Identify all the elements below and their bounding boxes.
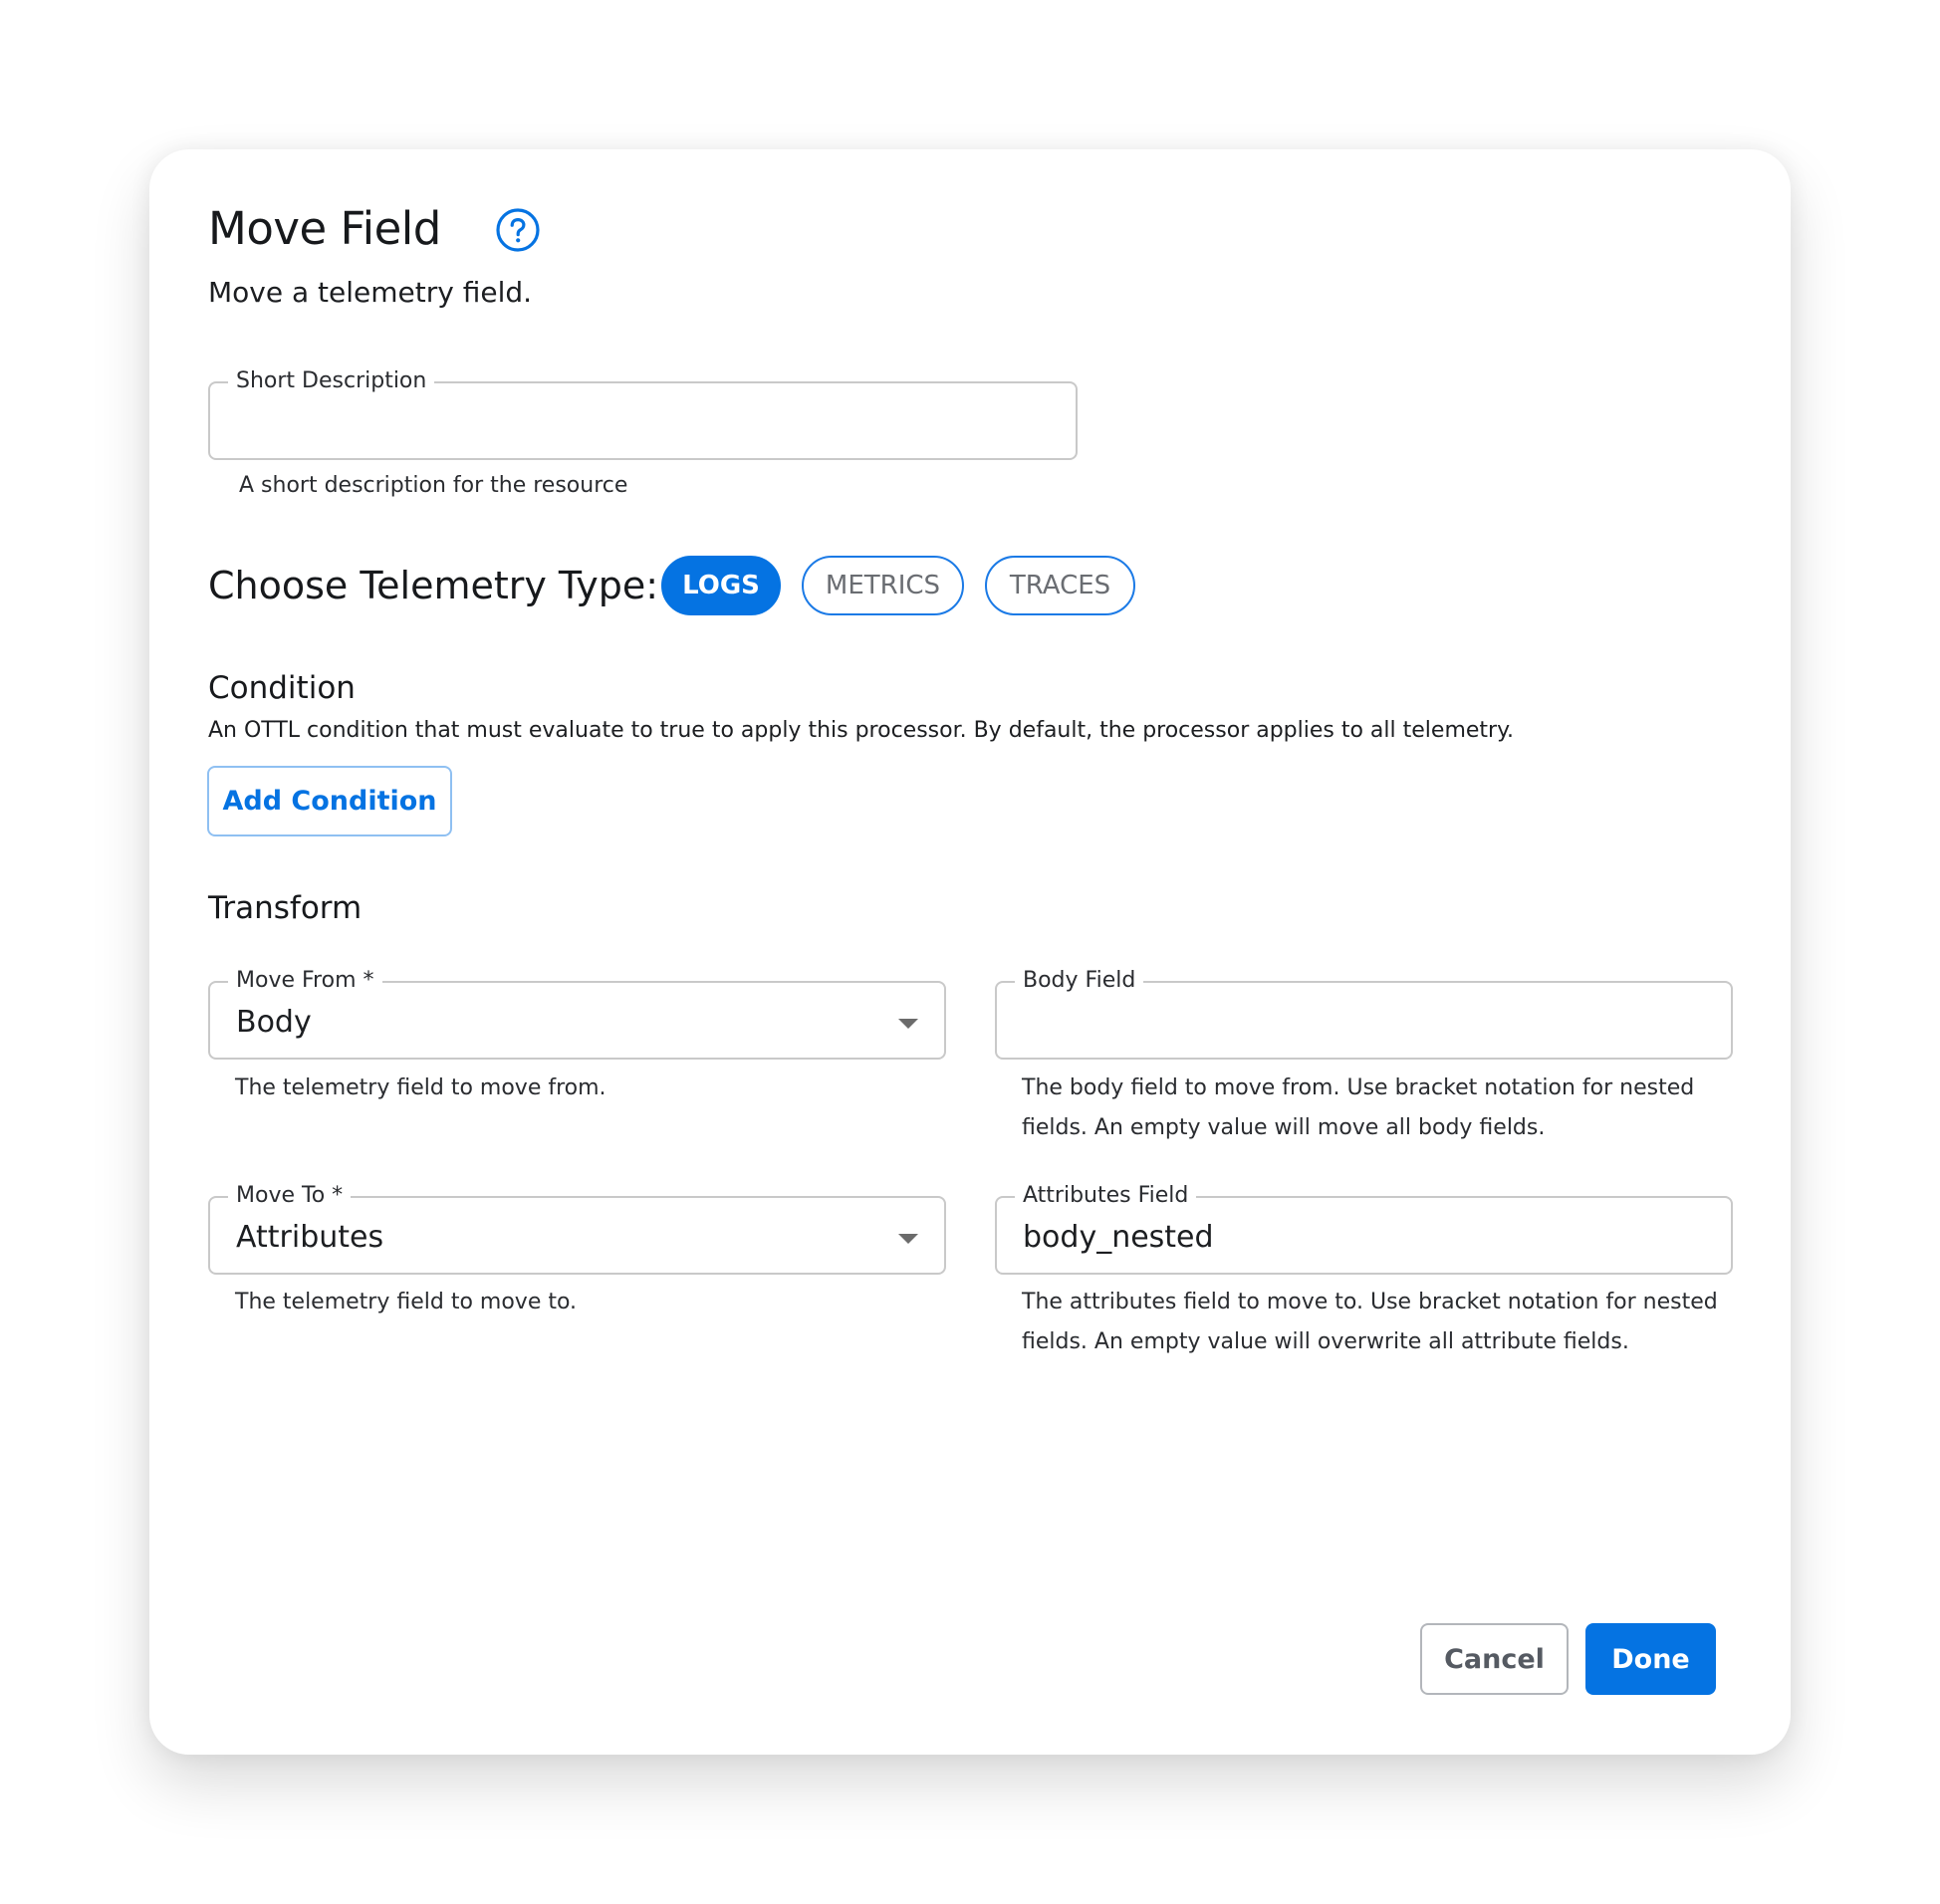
dialog-subtitle: Move a telemetry field.: [208, 276, 533, 309]
telemetry-chip-traces[interactable]: TRACES: [985, 556, 1135, 615]
move-field-dialog: Move Field Move a telemetry field. Short…: [149, 149, 1791, 1755]
attributes-field-value: body_nested: [1023, 1220, 1214, 1255]
condition-heading: Condition: [208, 670, 356, 706]
move-from-helper: The telemetry field to move from.: [235, 1075, 606, 1100]
attributes-field-helper-line1: The attributes field to move to. Use bra…: [1022, 1290, 1718, 1314]
dialog-title: Move Field: [208, 202, 441, 255]
body-field-input[interactable]: Body Field: [995, 968, 1733, 1060]
attributes-field-input[interactable]: Attributes Field body_nested: [995, 1183, 1733, 1275]
transform-heading: Transform: [208, 890, 363, 926]
chevron-down-icon[interactable]: [898, 1019, 918, 1029]
short-description-helper: A short description for the resource: [239, 473, 628, 498]
add-condition-button[interactable]: Add Condition: [207, 766, 452, 836]
move-to-value: Attributes: [236, 1220, 384, 1255]
move-to-select[interactable]: Move To * Attributes: [208, 1183, 946, 1275]
condition-description: An OTTL condition that must evaluate to …: [208, 718, 1514, 743]
done-button[interactable]: Done: [1585, 1623, 1716, 1695]
short-description-input[interactable]: Short Description: [208, 368, 1078, 460]
move-from-label: Move From *: [228, 968, 382, 994]
attributes-field-helper-line2: fields. An empty value will overwrite al…: [1022, 1329, 1629, 1354]
move-to-label: Move To *: [228, 1183, 352, 1209]
body-field-label: Body Field: [1015, 968, 1144, 994]
move-from-value: Body: [236, 1005, 312, 1040]
body-field-helper-line2: fields. An empty value will move all bod…: [1022, 1115, 1546, 1140]
body-field-helper-line1: The body field to move from. Use bracket…: [1022, 1075, 1695, 1100]
move-from-select[interactable]: Move From * Body: [208, 968, 946, 1060]
move-to-helper: The telemetry field to move to.: [235, 1290, 578, 1314]
question-circle-icon[interactable]: [495, 207, 541, 253]
short-description-label: Short Description: [228, 368, 435, 394]
telemetry-type-label: Choose Telemetry Type:: [208, 564, 659, 607]
chevron-down-icon[interactable]: [898, 1234, 918, 1244]
cancel-button[interactable]: Cancel: [1420, 1623, 1569, 1695]
telemetry-chip-logs[interactable]: LOGS: [661, 556, 781, 615]
telemetry-chip-metrics[interactable]: METRICS: [802, 556, 964, 615]
attributes-field-label: Attributes Field: [1015, 1183, 1197, 1209]
